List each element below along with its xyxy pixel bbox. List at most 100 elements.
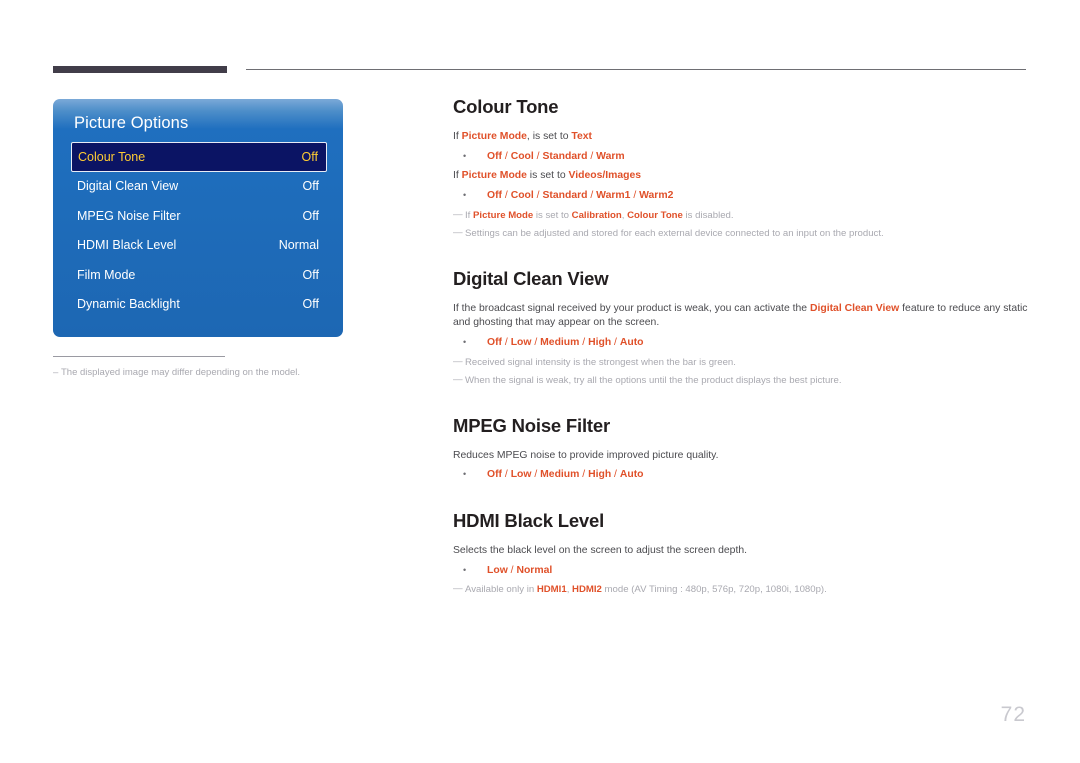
note-text: mode (AV Timing : 480p, 576p, 720p, 1080… — [601, 584, 827, 596]
option-value: High — [588, 337, 612, 349]
option-value: Standard — [542, 190, 588, 202]
body-paragraph: If Picture Mode is set to Videos/Images — [453, 169, 1028, 184]
note-keyword: HDMI1 — [536, 584, 567, 596]
body-paragraph: Selects the black level on the screen to… — [453, 544, 1028, 559]
note-dash-icon: — — [453, 208, 463, 220]
body-keyword: Digital Clean View — [809, 302, 900, 314]
option-value: Off — [487, 190, 503, 202]
section-hdmi-black-level: HDMI Black Level Selects the black level … — [453, 510, 1028, 624]
option-separator: / — [611, 469, 620, 481]
section-mpeg-noise-filter: MPEG Noise Filter Reduces MPEG noise to p… — [453, 415, 1028, 510]
section-title: HDMI Black Level — [453, 509, 605, 531]
section-title: Colour Tone — [453, 96, 559, 117]
osd-row-mpeg-noise-filter[interactable]: MPEG Noise Filter Off — [71, 201, 327, 231]
option-value: Off — [487, 337, 503, 349]
osd-row-digital-clean-view[interactable]: Digital Clean View Off — [71, 172, 327, 202]
osd-row-label: HDMI Black Level — [77, 238, 177, 253]
option-separator: / — [587, 150, 597, 162]
option-list: • Off / Low / Medium / High / Auto — [453, 335, 1028, 352]
body-text: Reduces MPEG noise to provide improved p… — [453, 449, 719, 461]
option-separator: / — [579, 337, 589, 349]
body-paragraph: If Picture Mode, is set to Text — [453, 130, 1028, 145]
osd-row-label: Colour Tone — [78, 149, 146, 164]
option-value: Cool — [510, 190, 534, 202]
note: — When the signal is weak, try all the op… — [453, 374, 1028, 388]
option-separator: / — [502, 337, 511, 349]
osd-row-value: Off — [302, 179, 319, 194]
option-separator: / — [587, 190, 597, 202]
note-dash-icon: — — [453, 583, 463, 595]
note-text: is disabled. — [682, 209, 734, 221]
note: — If Picture Mode is set to Calibration, … — [453, 209, 1028, 223]
osd-row-label: MPEG Noise Filter — [77, 208, 181, 223]
section-title: Digital Clean View — [453, 267, 609, 289]
osd-row-value: Off — [301, 149, 318, 164]
option-value: Low — [487, 564, 508, 576]
body-text: Selects the black level on the screen to… — [453, 544, 748, 556]
option-separator: / — [502, 469, 511, 481]
option-value: Off — [487, 469, 503, 481]
section-digital-clean-view: Digital Clean View If the broadcast signa… — [453, 268, 1028, 415]
body-text: , is set to — [526, 131, 572, 142]
body-keyword: Picture Mode — [461, 131, 527, 142]
figure-note-text: The displayed image may differ depending… — [61, 367, 301, 378]
osd-row-value: Off — [302, 267, 319, 282]
body-keyword: Text — [571, 131, 592, 142]
note-dash-icon: — — [453, 355, 463, 367]
osd-row-hdmi-black-level[interactable]: HDMI Black Level Normal — [71, 231, 327, 261]
osd-row-label: Film Mode — [77, 267, 136, 282]
osd-picture-options-panel: Picture Options Colour Tone Off Digital Cl… — [53, 99, 343, 337]
note: — Received signal intensity is the strong… — [453, 356, 1028, 370]
note-text: When the signal is weak, try all the opt… — [465, 375, 842, 387]
note: — Settings can be adjusted and stored for… — [453, 227, 1028, 241]
option-value: Warm — [596, 150, 625, 162]
bullet-icon: • — [463, 150, 467, 161]
option-list: • Off / Cool / Standard / Warm — [453, 149, 1028, 166]
body-text: If — [453, 170, 462, 182]
option-list: • Off / Low / Medium / High / Auto — [453, 467, 1028, 484]
option-value: Medium — [540, 469, 580, 481]
body-text: If — [453, 131, 462, 142]
option-list: • Low / Normal — [453, 563, 1028, 580]
bullet-icon: • — [463, 469, 467, 480]
option-list-item: • Off / Cool / Standard / Warm — [453, 149, 1028, 166]
note-text: Received signal intensity is the stronge… — [465, 356, 736, 368]
note-text: If — [465, 209, 473, 221]
header-rule-accent — [53, 66, 227, 73]
body-text: is set to — [526, 170, 569, 182]
option-separator: / — [531, 469, 541, 481]
option-value: Medium — [540, 337, 580, 349]
osd-row-label: Digital Clean View — [77, 179, 179, 194]
osd-row-colour-tone[interactable]: Colour Tone Off — [71, 142, 327, 172]
osd-row-value: Normal — [278, 238, 319, 253]
body-keyword: Videos/Images — [568, 170, 642, 182]
body-paragraph: If the broadcast signal received by your… — [453, 302, 1028, 332]
option-value: Cool — [510, 150, 534, 162]
note-text: is set to — [533, 209, 572, 221]
osd-row-dynamic-backlight[interactable]: Dynamic Backlight Off — [71, 290, 327, 320]
osd-row-film-mode[interactable]: Film Mode Off — [71, 260, 327, 290]
option-value: Low — [510, 469, 532, 481]
osd-row-value: Off — [302, 208, 319, 223]
option-list-item: • Off / Cool / Standard / Warm1 / Warm2 — [453, 188, 1028, 205]
option-separator: / — [502, 150, 511, 162]
figure-note-divider — [53, 356, 225, 357]
figure-note-dash: – — [53, 367, 59, 378]
option-list-item: • Off / Low / Medium / High / Auto — [453, 467, 1028, 484]
body-keyword: Picture Mode — [461, 170, 527, 182]
section-colour-tone: Colour Tone If Picture Mode, is set to Te… — [453, 96, 1028, 268]
note-keyword: HDMI2 — [572, 584, 602, 596]
manual-content-column: Colour Tone If Picture Mode, is set to Te… — [453, 96, 1028, 624]
osd-panel-title: Picture Options — [74, 114, 189, 132]
osd-row-label: Dynamic Backlight — [77, 297, 180, 312]
bullet-icon: • — [463, 337, 467, 348]
option-value: Auto — [619, 337, 644, 349]
note-dash-icon: — — [453, 227, 463, 239]
option-value: Warm1 — [596, 190, 631, 202]
option-value: Warm2 — [639, 190, 674, 202]
option-value: Standard — [542, 150, 588, 162]
option-list-item: • Low / Normal — [453, 563, 1028, 580]
bullet-icon: • — [463, 190, 467, 201]
